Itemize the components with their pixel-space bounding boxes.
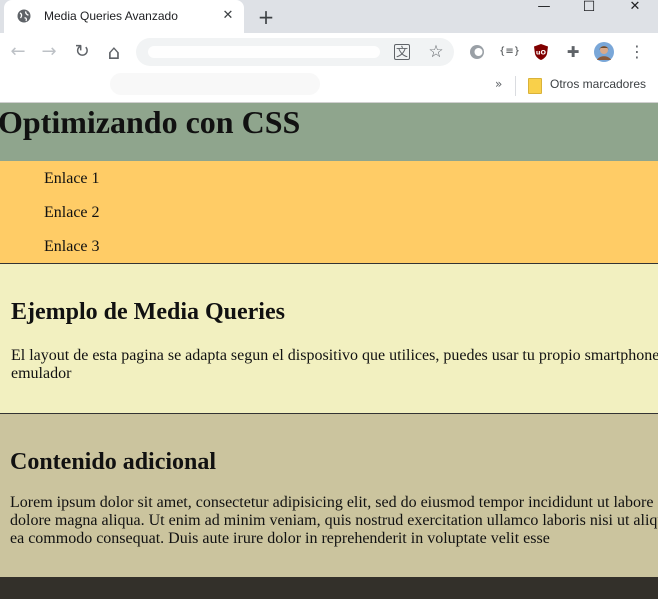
ublock-icon[interactable]: uO [531, 42, 551, 62]
bookmarks-overflow-icon[interactable]: » [495, 77, 502, 91]
svg-text:uO: uO [536, 49, 547, 57]
window-minimize-icon[interactable]: — [522, 0, 566, 14]
browser-toolbar: ← → ↻ ⌂ 文 ☆ {≡} uO ✚ ⋮ [0, 33, 658, 71]
address-bar-url-blurred [148, 46, 380, 58]
extension-grey-icon[interactable] [467, 42, 487, 62]
forward-arrow-icon[interactable]: → [38, 41, 60, 63]
site-nav: Enlace 1 Enlace 2 Enlace 3 [0, 161, 658, 263]
json-extension-icon[interactable]: {≡} [499, 42, 520, 62]
home-icon[interactable]: ⌂ [103, 41, 125, 63]
page-title: Optimizando con CSS [0, 104, 301, 140]
bookmarks-bar: » Otros marcadores [0, 71, 658, 103]
nav-link-1[interactable]: Enlace 1 [44, 170, 100, 188]
other-bookmarks-label[interactable]: Otros marcadores [550, 77, 646, 91]
reload-icon[interactable]: ↻ [71, 41, 93, 63]
extensions-puzzle-icon[interactable]: ✚ [563, 42, 583, 62]
media-queries-section: Ejemplo de Media Queries El layout de es… [0, 263, 658, 414]
nav-link-3[interactable]: Enlace 3 [44, 238, 100, 256]
window-close-icon[interactable]: ✕ [613, 0, 657, 14]
page-viewport: Optimizando con CSS Enlace 1 Enlace 2 En… [0, 103, 658, 599]
section-heading: Ejemplo de Media Queries [11, 299, 285, 325]
additional-content-section: Contenido adicional Lorem ipsum dolor si… [0, 414, 658, 577]
tab-close-icon[interactable]: ✕ [220, 8, 236, 24]
bookmarks-blurred-area [110, 73, 320, 95]
window-maximize-icon[interactable]: ☐ [567, 0, 611, 14]
nav-link-2[interactable]: Enlace 2 [44, 204, 100, 222]
section-heading: Contenido adicional [10, 449, 217, 475]
address-bar[interactable]: 文 ☆ [136, 38, 454, 66]
bookmark-star-icon[interactable]: ☆ [427, 43, 445, 61]
site-header: Optimizando con CSS [0, 103, 658, 161]
browser-menu-icon[interactable]: ⋮ [627, 42, 647, 62]
section-paragraph: Lorem ipsum dolor sit amet, consectetur … [10, 494, 658, 547]
globe-icon [17, 9, 31, 23]
profile-avatar[interactable] [594, 42, 614, 62]
section-paragraph: El layout de esta pagina se adapta segun… [11, 347, 658, 382]
tab-strip: Media Queries Avanzado ✕ + — ☐ ✕ [0, 0, 658, 33]
tab-title: Media Queries Avanzado [44, 9, 178, 23]
site-footer [0, 577, 658, 599]
browser-tab-active[interactable]: Media Queries Avanzado ✕ [4, 0, 244, 33]
back-arrow-icon[interactable]: ← [7, 41, 29, 63]
folder-icon [528, 78, 542, 94]
new-tab-icon[interactable]: + [256, 7, 276, 27]
translate-icon[interactable]: 文 [394, 44, 410, 60]
bookmarks-separator [515, 76, 516, 96]
